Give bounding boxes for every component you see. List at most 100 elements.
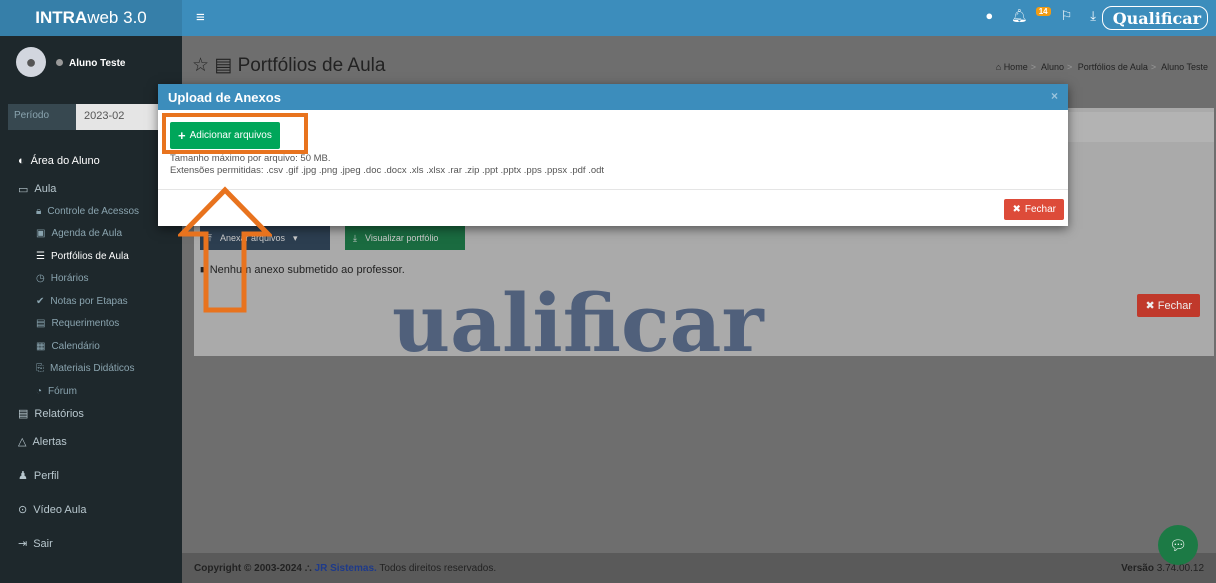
- sidebar-item-label: Fórum: [48, 385, 77, 397]
- chat-fab-button[interactable]: 💬︎: [1158, 525, 1198, 565]
- modal-title: Upload de Anexos: [168, 90, 281, 105]
- upload-modal: Upload de Anexos × + Adicionar arquivos T…: [158, 84, 1068, 226]
- sidebar-item-label: Agenda de Aula: [51, 228, 123, 240]
- modal-close-icon[interactable]: ×: [1051, 89, 1058, 103]
- breadcrumb-portfolios[interactable]: Portfólios de Aula: [1078, 62, 1148, 72]
- watermark-logo: ualificar: [392, 276, 764, 370]
- sidebar-item-label: Relatórios: [34, 407, 84, 420]
- sidebar-item-relatorios[interactable]: ▤ Relatórios: [0, 403, 182, 425]
- close-label: Fechar: [1157, 300, 1192, 312]
- sidebar-item-requerimentos[interactable]: ▤ Requerimentos: [0, 313, 182, 336]
- logo-bold: INTRA: [35, 8, 88, 27]
- sidebar-item-agenda[interactable]: ▣ Agenda de Aula: [0, 223, 182, 246]
- sidebar-item-horarios[interactable]: ◷ Horários: [0, 268, 182, 291]
- sidebar-item-alertas[interactable]: △ Alertas: [0, 425, 182, 459]
- brand-logo: Qualificar: [1102, 6, 1208, 30]
- avatar: ●: [16, 47, 46, 77]
- page-title: ☆ ▤ Portfólios de Aula: [192, 54, 385, 77]
- modal-header: Upload de Anexos ×: [158, 84, 1068, 110]
- sidebar-item-notas[interactable]: ✔ Notas por Etapas: [0, 290, 182, 313]
- check-icon: ✔: [36, 295, 45, 307]
- caret-down-icon: ▾: [293, 232, 298, 243]
- close-icon: ✖: [1145, 300, 1155, 312]
- clock-icon: ◷: [36, 273, 45, 285]
- chat-icon: 💬︎: [1169, 536, 1187, 553]
- user-panel: ● Aluno Teste: [0, 36, 182, 88]
- sign-out-icon: ⇥: [18, 538, 28, 550]
- flag-icon[interactable]: ⚐: [1061, 8, 1073, 24]
- sidebar-item-video-aula[interactable]: ⊙ Vídeo Aula: [0, 493, 182, 527]
- user-name: Aluno Teste: [69, 58, 126, 69]
- breadcrumb-aluno[interactable]: Aluno: [1041, 62, 1064, 72]
- sidebar-item-calendario[interactable]: ▦ Calendário: [0, 335, 182, 358]
- list-icon: ▤: [214, 55, 233, 76]
- alert-count-badge: 14: [1035, 7, 1051, 16]
- close-icon: ✖: [1012, 204, 1021, 215]
- top-navbar: INTRA web 3.0 ≡ ● 🔔︎ 14 ⚐ ⤓ Qualificar: [0, 0, 1216, 36]
- download-icon: ⤓: [353, 232, 357, 243]
- version-label: Versão: [1121, 562, 1154, 574]
- file-icon: ▤: [36, 318, 46, 330]
- sidebar-item-label: Requerimentos: [51, 318, 120, 330]
- user-icon: ♟: [18, 470, 28, 482]
- arrow-up-icon: [178, 186, 272, 313]
- list-icon: ☰: [36, 250, 45, 262]
- modal-footer: ✖ Fechar: [1004, 199, 1064, 220]
- page-title-text: Portfólios de Aula: [237, 55, 386, 76]
- star-icon[interactable]: ☆: [192, 55, 209, 76]
- calendar-icon: ▣: [36, 228, 46, 240]
- lock-icon: 🔒︎: [36, 205, 42, 217]
- close-button[interactable]: ✖ Fechar: [1004, 199, 1064, 220]
- sidebar-item-area-aluno[interactable]: ◐ Área do Aluno: [0, 144, 182, 178]
- home-icon: ⌂: [995, 62, 1002, 72]
- background-close-button[interactable]: ✖ Fechar: [1137, 294, 1200, 317]
- close-button-label: Fechar: [1024, 204, 1056, 215]
- sidebar-item-forum[interactable]: ◔ Fórum: [0, 380, 182, 403]
- sidebar-item-label: Vídeo Aula: [33, 503, 87, 516]
- comments-icon: ◔: [36, 385, 43, 397]
- sidebar-item-label: Portfólios de Aula: [50, 250, 129, 262]
- sidebar-item-label: Sair: [33, 537, 53, 550]
- monitor-icon: ▭: [18, 183, 29, 196]
- download-icon[interactable]: ⤓: [1090, 8, 1096, 24]
- sidebar-item-label: Materiais Didáticos: [50, 363, 135, 375]
- menu-toggle-icon[interactable]: ≡: [196, 9, 205, 26]
- sidebar-item-sair[interactable]: ⇥ Sair: [0, 527, 182, 561]
- footer: Copyright © 2003-2024 ⛬ JR Sistemas. Tod…: [182, 553, 1216, 583]
- sidebar-item-label: Notas por Etapas: [50, 295, 128, 307]
- allowed-extensions-info: Extensões permitidas: .csv .gif .jpg .pn…: [170, 165, 605, 176]
- sidebar-item-portfolios[interactable]: ☰ Portfólios de Aula: [0, 245, 182, 268]
- sidebar-item-label: Horários: [50, 273, 89, 285]
- sidebar-item-label: Controle de Acessos: [47, 205, 140, 217]
- view-portfolio-button[interactable]: ⤓ Visualizar portfólio: [345, 226, 465, 250]
- app-logo[interactable]: INTRA web 3.0: [0, 0, 182, 36]
- bell-icon[interactable]: 🔔︎ 14: [1011, 7, 1051, 24]
- breadcrumb: ⌂ Home > Aluno > Portfólios de Aula > Aluno…: [995, 62, 1208, 72]
- breadcrumb-user: Aluno Teste: [1161, 62, 1208, 72]
- max-size-info: Tamanho máximo por arquivo: 50 MB.: [170, 153, 331, 164]
- paste-icon: ⎘: [36, 363, 44, 375]
- highlight-box: [162, 113, 308, 154]
- report-icon: ▤: [18, 408, 29, 420]
- company-link[interactable]: JR Sistemas.: [315, 563, 377, 574]
- sidebar-item-controle-acessos[interactable]: 🔒︎ Controle de Acessos: [0, 200, 182, 223]
- bell-icon: △: [18, 436, 27, 448]
- sidebar-item-label: Calendário: [51, 340, 100, 352]
- status-dot-icon: [56, 59, 63, 66]
- sidebar-menu: ◐ Área do Aluno ▭ Aula 🔒︎ Controle de Acess…: [0, 144, 182, 561]
- copyright-text: Copyright © 2003-2024: [194, 562, 302, 574]
- rights-text: Todos direitos reservados.: [379, 562, 497, 574]
- sidebar-item-label: Área do Aluno: [30, 155, 100, 167]
- sidebar: ● Aluno Teste Período 2023-02 ◐ Área do A…: [0, 36, 182, 583]
- logo-rest: web 3.0: [87, 8, 147, 27]
- sidebar-item-label: Alertas: [32, 435, 67, 448]
- period-selector[interactable]: Período 2023-02: [8, 104, 174, 130]
- chat-icon[interactable]: ●: [985, 8, 993, 24]
- sidebar-item-label: Aula: [34, 183, 57, 195]
- sidebar-item-materiais[interactable]: ⎘ Materiais Didáticos: [0, 358, 182, 381]
- view-portfolio-label: Visualizar portfólio: [364, 233, 439, 243]
- sidebar-item-perfil[interactable]: ♟ Perfil: [0, 459, 182, 493]
- breadcrumb-home[interactable]: Home: [1004, 62, 1028, 72]
- period-label: Período: [8, 104, 76, 130]
- sidebar-item-aula[interactable]: ▭ Aula: [0, 178, 182, 200]
